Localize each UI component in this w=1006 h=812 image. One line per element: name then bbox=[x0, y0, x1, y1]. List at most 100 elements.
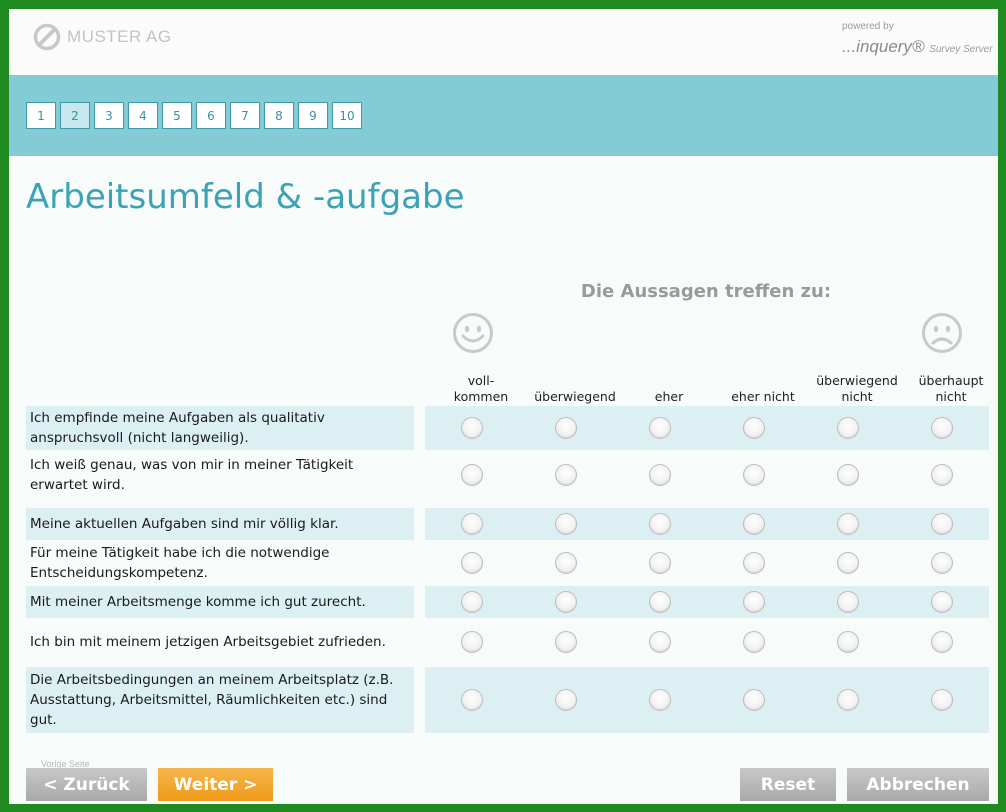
scale-column-headers: voll-kommen überwiegend eher eher nicht über… bbox=[425, 371, 987, 405]
rating-radio[interactable] bbox=[555, 591, 577, 613]
rating-radio[interactable] bbox=[461, 464, 483, 486]
scale-column-header: voll-kommen bbox=[453, 373, 509, 404]
rating-radio[interactable] bbox=[931, 591, 953, 613]
rating-radio[interactable] bbox=[649, 464, 671, 486]
rating-radio[interactable] bbox=[555, 417, 577, 439]
rating-radio[interactable] bbox=[461, 417, 483, 439]
statement-row: Mit meiner Arbeitsmenge komme ich gut zu… bbox=[26, 586, 989, 618]
survey-window: MUSTER AG powered by ...inquery® Survey … bbox=[9, 9, 998, 804]
powered-by: powered by ...inquery® Survey Server bbox=[842, 21, 993, 61]
statement-text: Ich weiß genau, was von mir in meiner Tä… bbox=[30, 457, 354, 493]
rating-radio[interactable] bbox=[649, 689, 671, 711]
statement-row: Meine aktuellen Aufgaben sind mir völlig… bbox=[26, 508, 989, 540]
company-logo: MUSTER AG bbox=[33, 23, 172, 51]
scale-column-header: eher nicht bbox=[731, 389, 795, 404]
statement-text: Meine aktuellen Aufgaben sind mir völlig… bbox=[26, 508, 414, 540]
rating-radio[interactable] bbox=[649, 631, 671, 653]
rating-radio[interactable] bbox=[931, 552, 953, 574]
scale-column-header: eher bbox=[654, 389, 684, 404]
scale-column-header: überhaupt nicht bbox=[918, 373, 984, 404]
reset-button[interactable]: Reset bbox=[740, 768, 836, 801]
page-button-10[interactable]: 10 bbox=[332, 102, 362, 129]
rating-radio[interactable] bbox=[649, 417, 671, 439]
scale-column-header: überwiegend bbox=[534, 389, 616, 404]
rating-options bbox=[425, 542, 989, 584]
cancel-button[interactable]: Abbrechen bbox=[847, 768, 989, 801]
rating-radio[interactable] bbox=[743, 631, 765, 653]
rating-radio[interactable] bbox=[931, 631, 953, 653]
rating-options bbox=[425, 667, 989, 733]
page-button-6[interactable]: 6 bbox=[196, 102, 226, 129]
next-button[interactable]: Weiter > bbox=[158, 768, 273, 801]
rating-options bbox=[425, 586, 989, 618]
rating-radio[interactable] bbox=[931, 417, 953, 439]
page-navigation: 1 2 3 4 5 6 7 8 9 10 bbox=[26, 102, 366, 129]
statement-text: Die Arbeitsbedingungen an meinem Arbeits… bbox=[26, 667, 414, 733]
rating-radio[interactable] bbox=[555, 464, 577, 486]
rating-radio[interactable] bbox=[931, 689, 953, 711]
rating-radio[interactable] bbox=[837, 417, 859, 439]
rating-radio[interactable] bbox=[555, 631, 577, 653]
page-button-1[interactable]: 1 bbox=[26, 102, 56, 129]
page-title: Arbeitsumfeld & -aufgabe bbox=[26, 177, 465, 217]
smiley-happy-icon bbox=[453, 313, 493, 353]
rating-radio[interactable] bbox=[649, 591, 671, 613]
rating-options bbox=[425, 508, 989, 540]
logo-icon bbox=[33, 23, 61, 51]
statement-row: Für meine Tätigkeit habe ich die notwend… bbox=[26, 542, 989, 584]
statement-row: Ich bin mit meinem jetzigen Arbeitsgebie… bbox=[26, 620, 989, 664]
rating-radio[interactable] bbox=[743, 513, 765, 535]
powered-brand-sub: Survey Server bbox=[929, 44, 993, 55]
rating-radio[interactable] bbox=[837, 631, 859, 653]
statement-row: Die Arbeitsbedingungen an meinem Arbeits… bbox=[26, 667, 989, 733]
page-button-5[interactable]: 5 bbox=[162, 102, 192, 129]
rating-radio[interactable] bbox=[461, 689, 483, 711]
rating-options bbox=[425, 453, 989, 497]
rating-radio[interactable] bbox=[743, 417, 765, 439]
rating-radio[interactable] bbox=[931, 513, 953, 535]
rating-radio[interactable] bbox=[461, 513, 483, 535]
rating-radio[interactable] bbox=[743, 464, 765, 486]
page-navigation-band: 1 2 3 4 5 6 7 8 9 10 bbox=[9, 75, 998, 156]
statement-text: Mit meiner Arbeitsmenge komme ich gut zu… bbox=[26, 586, 414, 618]
rating-radio[interactable] bbox=[743, 552, 765, 574]
smiley-sad-icon bbox=[922, 313, 962, 353]
page-button-4[interactable]: 4 bbox=[128, 102, 158, 129]
rating-radio[interactable] bbox=[931, 464, 953, 486]
page-button-7[interactable]: 7 bbox=[230, 102, 260, 129]
powered-brand-name: inquery bbox=[856, 37, 912, 56]
page-button-9[interactable]: 9 bbox=[298, 102, 328, 129]
scale-column-header: überwiegend nicht bbox=[816, 373, 898, 404]
rating-radio[interactable] bbox=[461, 552, 483, 574]
rating-radio[interactable] bbox=[461, 591, 483, 613]
rating-radio[interactable] bbox=[461, 631, 483, 653]
statement-text: Ich empfinde meine Aufgaben als qualitat… bbox=[26, 406, 414, 450]
statement-text: Ich bin mit meinem jetzigen Arbeitsgebie… bbox=[30, 634, 386, 650]
rating-radio[interactable] bbox=[743, 591, 765, 613]
rating-radio[interactable] bbox=[555, 689, 577, 711]
rating-radio[interactable] bbox=[837, 513, 859, 535]
header: MUSTER AG powered by ...inquery® Survey … bbox=[9, 9, 998, 75]
statement-row: Ich weiß genau, was von mir in meiner Tä… bbox=[26, 453, 989, 497]
rating-radio[interactable] bbox=[837, 552, 859, 574]
page-button-3[interactable]: 3 bbox=[94, 102, 124, 129]
rating-radio[interactable] bbox=[555, 513, 577, 535]
rating-radio[interactable] bbox=[837, 464, 859, 486]
powered-by-label: powered by bbox=[842, 21, 894, 32]
rating-radio[interactable] bbox=[743, 689, 765, 711]
rating-radio[interactable] bbox=[837, 689, 859, 711]
statement-text: Für meine Tätigkeit habe ich die notwend… bbox=[30, 545, 330, 581]
back-button[interactable]: < Zurück bbox=[26, 768, 147, 801]
scale-title: Die Aussagen treffen zu: bbox=[580, 281, 832, 302]
page-button-2[interactable]: 2 bbox=[60, 102, 90, 129]
rating-radio[interactable] bbox=[649, 513, 671, 535]
rating-radio[interactable] bbox=[649, 552, 671, 574]
rating-radio[interactable] bbox=[837, 591, 859, 613]
rating-radio[interactable] bbox=[555, 552, 577, 574]
statement-row: Ich empfinde meine Aufgaben als qualitat… bbox=[26, 406, 989, 450]
powered-by-brand: ...inquery® Survey Server bbox=[842, 37, 993, 56]
page-button-8[interactable]: 8 bbox=[264, 102, 294, 129]
company-name: MUSTER AG bbox=[67, 27, 172, 46]
rating-options bbox=[425, 620, 989, 664]
rating-options bbox=[425, 406, 989, 450]
